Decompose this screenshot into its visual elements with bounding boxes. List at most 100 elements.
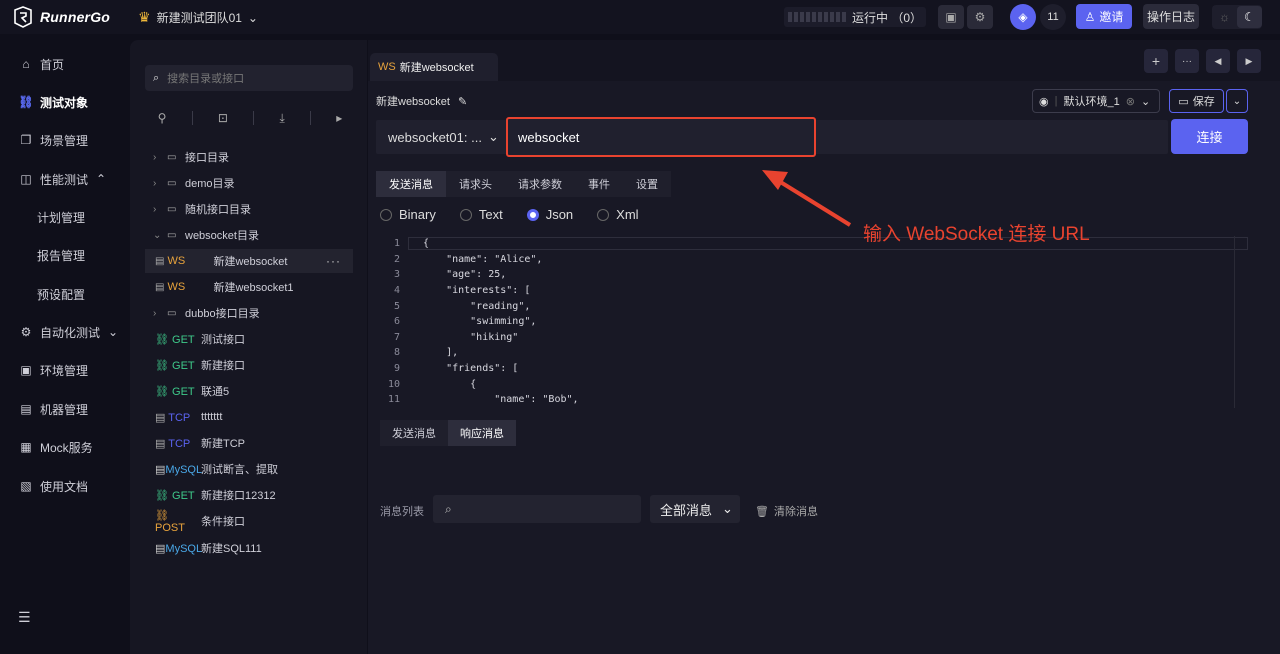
folder-icon: ▭	[167, 151, 177, 163]
folder-icon: ▭	[167, 229, 177, 241]
message-search-input[interactable]: ⌕	[433, 495, 641, 523]
radio-xml[interactable]: Xml	[597, 207, 639, 222]
radio-text[interactable]: Text	[459, 207, 503, 222]
clear-messages-button[interactable]: 🗑 清除消息	[755, 503, 818, 519]
folder-label: demo目录	[185, 178, 235, 190]
code-text: {	[422, 378, 477, 390]
nav-presets[interactable]: 预设配置	[0, 282, 130, 306]
tree-api-item[interactable]: ▤MySQL 新建SQL111	[145, 536, 353, 560]
tab-headers[interactable]: 请求头	[446, 171, 505, 197]
divider: |	[1054, 95, 1058, 107]
folder-label: dubbo接口目录	[185, 308, 260, 320]
divider	[191, 111, 193, 125]
edit-icon[interactable]: ✎	[458, 95, 467, 108]
nav-plans[interactable]: 计划管理	[0, 205, 130, 229]
nav-environments[interactable]: ▣ 环境管理	[0, 358, 130, 382]
tree-api-item[interactable]: ⛓ GET 联通5	[145, 379, 353, 403]
code-text: "name": "Bob",	[422, 394, 579, 406]
invite-label: 邀请	[1099, 10, 1124, 24]
add-tab-icon[interactable]: +	[1144, 49, 1168, 73]
app-logo[interactable]: RunnerGo	[12, 6, 110, 28]
json-code-editor[interactable]: 1{2 "name": "Alice", 3 "age": 25, 4 "inter…	[378, 236, 1248, 408]
folder-icon: ▭	[167, 307, 177, 319]
tree-folder-expanded[interactable]: ⌄ ▭ websocket目录	[145, 223, 353, 247]
tab-send-message[interactable]: 发送消息	[376, 171, 446, 197]
line-number: 2	[393, 253, 400, 265]
clear-label: 清除消息	[773, 506, 818, 518]
moon-icon[interactable]: ☾	[1237, 6, 1262, 28]
line-number: 1	[393, 238, 400, 250]
tree-api-item[interactable]: ▤MySQL 测试断言、提取	[145, 457, 353, 481]
radio-json[interactable]: Json	[526, 207, 573, 222]
search-icon: ⌕	[445, 501, 452, 516]
theme-toggle[interactable]: ☼ ☾	[1212, 5, 1262, 29]
nav-machines[interactable]: ▤ 机器管理	[0, 397, 130, 421]
tab-params[interactable]: 请求参数	[505, 171, 575, 197]
link-icon: ⛓	[18, 95, 34, 109]
folder-label: 随机接口目录	[185, 204, 251, 216]
tree-folder[interactable]: › ▭ dubbo接口目录	[145, 301, 353, 325]
prev-tab-icon[interactable]: ◀	[1206, 49, 1230, 73]
tab-websocket[interactable]: WS 新建websocket	[370, 53, 498, 81]
nav-performance[interactable]: ◫ 性能测试 ⌃	[0, 167, 130, 191]
expand-icon[interactable]: ▸	[336, 111, 342, 125]
tree-folder[interactable]: › ▭ 随机接口目录	[145, 197, 353, 221]
team-selector[interactable]: ♛ 新建测试团队01 ⌄	[138, 9, 258, 26]
method-tag: ⛓ GET	[155, 489, 195, 502]
next-tab-icon[interactable]: ▶	[1237, 49, 1261, 73]
code-text: "swimming",	[422, 316, 537, 328]
save-button[interactable]: ▭ 保存	[1169, 89, 1224, 113]
avatar[interactable]: ◈	[1010, 4, 1036, 30]
nav-mock[interactable]: ▦ Mock服务	[0, 435, 130, 459]
tree-api-item[interactable]: ⛓ GET 新建接口12312	[145, 483, 353, 507]
env-select[interactable]: ◉ | 默认环境_1 ⊗ ⌄	[1032, 89, 1160, 113]
more-tabs-icon[interactable]: ···	[1175, 49, 1199, 73]
line-number: 11	[387, 394, 400, 406]
tree-api-item[interactable]: ⛓ POST 条件接口	[145, 509, 353, 534]
radio-binary[interactable]: Binary	[380, 207, 436, 222]
nav-docs[interactable]: ▧ 使用文档	[0, 474, 130, 498]
nav-test-objects[interactable]: ⛓ 测试对象	[0, 90, 130, 114]
add-api-icon[interactable]: ⚲	[158, 111, 167, 125]
progress-bars-icon	[788, 12, 846, 22]
more-icon[interactable]: ···	[326, 254, 341, 268]
tree-api-item[interactable]: ⛓ GET 新建接口	[145, 353, 353, 377]
tab-response-messages[interactable]: 响应消息	[448, 420, 516, 446]
screen-icon[interactable]: ▣	[938, 5, 964, 29]
protocol-select[interactable]: websocket01: ... ⌄	[376, 120, 504, 154]
tree-search-input[interactable]: ⌕ 搜索目录或接口	[145, 65, 353, 91]
code-text: "hiking"	[422, 331, 519, 343]
tree-api-item[interactable]: ▤ WS 新建websocket1	[145, 275, 353, 299]
nav-reports[interactable]: 报告管理	[0, 243, 130, 267]
nav-home[interactable]: ⌂ 首页	[0, 52, 130, 76]
tab-events[interactable]: 事件	[575, 171, 623, 197]
nav-automation[interactable]: ⚙ 自动化测试 ⌄	[0, 320, 130, 344]
import-icon[interactable]: ⤓	[279, 111, 284, 126]
invite-button[interactable]: ♙ 邀请	[1076, 4, 1132, 29]
save-dropdown-icon[interactable]: ⌄	[1226, 89, 1248, 113]
message-filter-select[interactable]: 全部消息 ⌄	[650, 495, 740, 523]
tree-api-item[interactable]: ⛓ GET 测试接口	[145, 327, 353, 351]
add-folder-icon[interactable]: ⊡	[218, 111, 228, 125]
sun-icon[interactable]: ☼	[1212, 6, 1237, 28]
method-tag: ⛓ POST	[155, 509, 185, 534]
collapse-menu-icon[interactable]: ☰	[18, 609, 31, 626]
connect-button[interactable]: 连接	[1171, 119, 1248, 154]
team-name: 新建测试团队01	[156, 11, 242, 25]
clear-icon[interactable]: ⊗	[1126, 95, 1135, 108]
tree-folder[interactable]: › ▭ 接口目录	[145, 145, 353, 169]
tree-api-item[interactable]: ▤ TCP 新建TCP	[145, 431, 353, 455]
member-count[interactable]: 11	[1040, 4, 1066, 30]
tree-folder[interactable]: › ▭ demo目录	[145, 171, 353, 195]
tab-sent-messages[interactable]: 发送消息	[380, 420, 448, 446]
tree-api-item[interactable]: ▤ TCP ttttttt	[145, 405, 353, 429]
run-status-indicator[interactable]: 运行中 （0）	[784, 7, 926, 27]
operation-log-button[interactable]: 操作日志	[1143, 4, 1199, 29]
nav-scenes[interactable]: ❐ 场景管理	[0, 128, 130, 152]
tree-api-item[interactable]: ▤ WS 新建websocket ···	[145, 249, 353, 273]
line-number: 7	[393, 331, 400, 343]
code-scrollbar[interactable]	[1234, 236, 1235, 408]
tab-settings[interactable]: 设置	[623, 171, 671, 197]
settings-icon[interactable]: ⚙	[967, 5, 993, 29]
code-line: 8 ],	[378, 345, 1248, 361]
